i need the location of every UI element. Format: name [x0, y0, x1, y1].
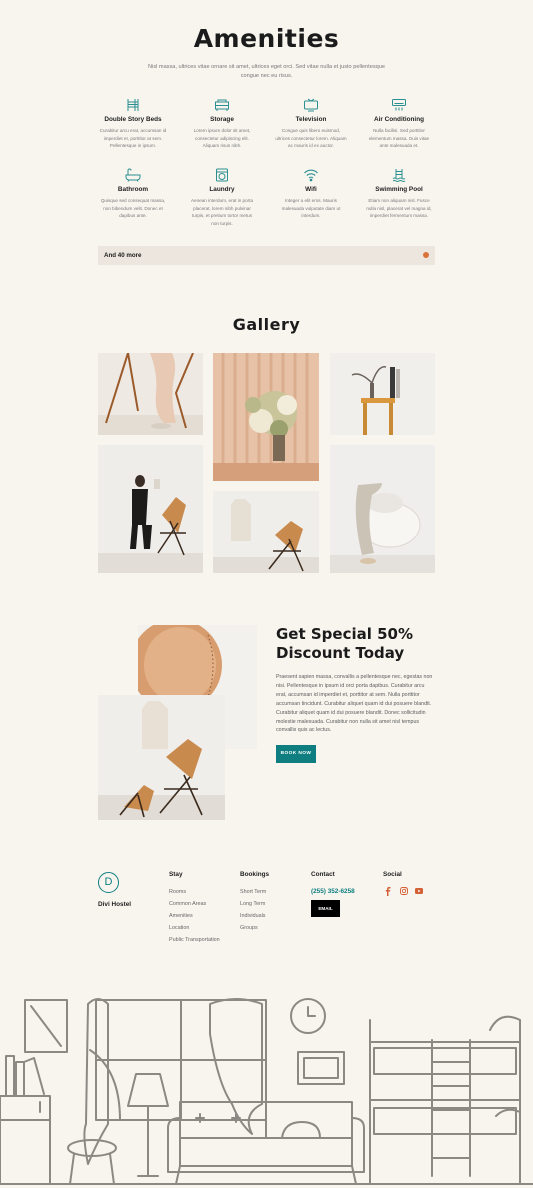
amenity-name: Wifi — [305, 186, 317, 193]
amenity-desc: Quisque sed consequat massa, non bibendum… — [100, 198, 166, 219]
amenity-desc: Integer a elit eros. Mauris malesuada vul… — [281, 198, 341, 219]
amenity-air-conditioning: Air Conditioning Nulla facilisi. Sed por… — [354, 98, 444, 150]
room-illustration — [0, 998, 533, 1185]
brand-name: Divi Hostel — [98, 901, 132, 908]
gallery-image-4[interactable] — [98, 445, 203, 573]
email-button[interactable]: EMAIL — [311, 900, 340, 917]
footer-link[interactable]: Rooms — [169, 886, 220, 898]
gallery-photo — [330, 445, 435, 573]
footer-link[interactable]: Short Term — [240, 886, 266, 898]
gallery-photo — [330, 353, 435, 435]
footer-stay-title: Stay — [169, 871, 183, 878]
footer-link[interactable]: Amenities — [169, 910, 220, 922]
gallery-image-2[interactable] — [213, 353, 319, 481]
amenity-laundry: Laundry Aenean interdum, erat in porta pl… — [177, 168, 267, 227]
footer-link[interactable]: Long Term — [240, 898, 266, 910]
more-amenities-toggle[interactable]: And 40 more — [98, 246, 435, 265]
amenity-name: Bathroom — [117, 186, 149, 193]
wifi-icon — [304, 169, 318, 182]
expand-dot-icon[interactable] — [423, 252, 429, 258]
footer-contact-title: Contact — [311, 871, 335, 878]
amenity-desc: Nulla facilisi. Sed porttitor elementum m… — [368, 128, 430, 149]
amenity-name: Swimming Pool — [375, 186, 423, 193]
amenity-desc: Lorem ipsum dolor sit amet, consectetur a… — [193, 128, 251, 149]
amenity-desc: Curabitur arcu erat, accumsan id imperdie… — [99, 128, 167, 149]
footer-bookings-links: Short Term Long Term Individuals Groups — [240, 886, 266, 934]
gallery-photo — [213, 353, 319, 481]
amenity-name: Air Conditioning — [373, 116, 425, 123]
footer-bookings-title: Bookings — [240, 871, 270, 878]
washing-machine-icon — [216, 168, 228, 182]
more-amenities-label: And 40 more — [104, 252, 142, 259]
facebook-icon[interactable] — [385, 887, 391, 896]
gallery-image-6[interactable] — [330, 445, 435, 573]
brand-logo[interactable]: D — [98, 872, 119, 893]
amenity-television: Television Congue quis libero euismod, ul… — [266, 98, 356, 150]
amenity-name: Laundry — [209, 186, 235, 193]
promo-heading: Get Special 50% Discount Today — [276, 625, 414, 662]
amenity-swimming-pool: Swimming Pool Etiam non aliquam nisl. Fu… — [354, 168, 444, 220]
gallery-photo — [213, 491, 319, 573]
gallery-image-1[interactable] — [98, 353, 203, 435]
footer-link[interactable]: Public Transportation — [169, 934, 220, 946]
footer-link[interactable]: Location — [169, 922, 220, 934]
footer-link[interactable]: Individuals — [240, 910, 266, 922]
bunk-bed-icon — [127, 99, 139, 111]
amenity-double-story-beds: Double Story Beds Curabitur arcu erat, a… — [88, 98, 178, 150]
amenity-name: Television — [295, 116, 327, 123]
amenity-storage: Storage Lorem ipsum dolor sit amet, conse… — [177, 98, 267, 150]
instagram-icon[interactable] — [400, 887, 408, 895]
amenities-title: Amenities — [193, 24, 340, 53]
gallery-image-3[interactable] — [330, 353, 435, 435]
amenity-wifi: Wifi Integer a elit eros. Mauris malesuad… — [266, 168, 356, 220]
footer-link[interactable]: Common Areas — [169, 898, 220, 910]
amenity-desc: Etiam non aliquam nisl. Fusce nulla nisl,… — [366, 198, 432, 219]
amenity-desc: Aenean interdum, erat in porta placerat, … — [190, 198, 254, 226]
television-icon — [304, 98, 318, 112]
amenity-bathroom: Bathroom Quisque sed consequat massa, non… — [88, 168, 178, 220]
promo-image-front — [98, 695, 225, 820]
book-now-button[interactable]: BOOK NOW — [276, 745, 316, 763]
amenity-name: Storage — [210, 116, 234, 123]
contact-phone-link[interactable]: (255) 352-6258 — [311, 888, 355, 895]
swimming-pool-icon — [392, 169, 406, 182]
footer-social-title: Social — [383, 871, 402, 878]
air-conditioner-icon — [392, 99, 406, 111]
gallery-photo — [98, 353, 203, 435]
footer-stay-links: Rooms Common Areas Amenities Location Pu… — [169, 886, 220, 946]
amenities-subtitle: Nisl massa, ultrices vitae ornare sit am… — [148, 64, 385, 79]
bathtub-icon — [125, 168, 141, 182]
footer-link[interactable]: Groups — [240, 922, 266, 934]
promo-photo — [98, 695, 225, 820]
amenity-desc: Congue quis libero euismod, ultrices cons… — [275, 128, 347, 149]
gallery-photo — [98, 445, 203, 573]
youtube-icon[interactable] — [415, 888, 423, 894]
storage-icon — [215, 99, 229, 111]
gallery-title: Gallery — [232, 315, 301, 334]
amenity-name: Double Story Beds — [104, 116, 162, 123]
gallery-image-5[interactable] — [213, 491, 319, 573]
promo-body: Praesent sapien massa, convallis a pelle… — [276, 674, 433, 734]
